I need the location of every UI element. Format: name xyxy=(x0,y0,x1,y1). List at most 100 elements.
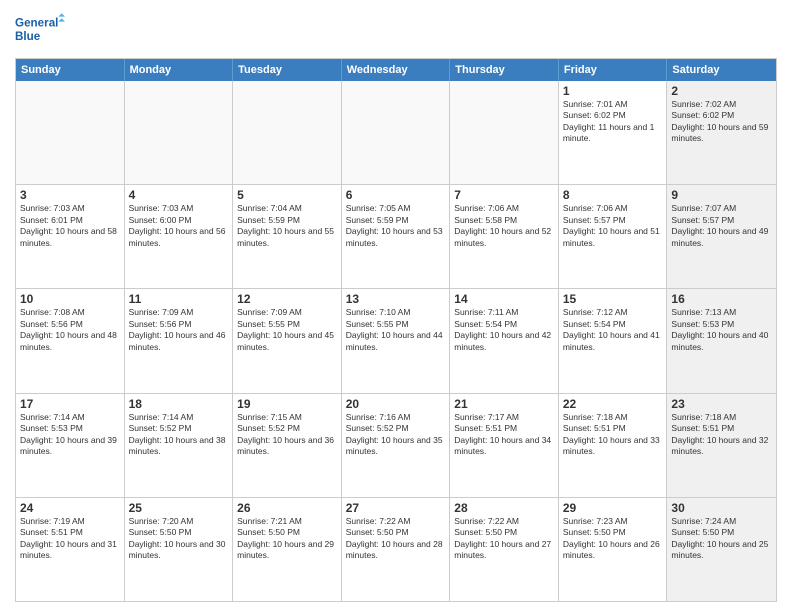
day-cell-2: 2Sunrise: 7:02 AM Sunset: 6:02 PM Daylig… xyxy=(667,81,776,184)
day-number: 5 xyxy=(237,188,337,202)
day-number: 11 xyxy=(129,292,229,306)
day-cell-18: 18Sunrise: 7:14 AM Sunset: 5:52 PM Dayli… xyxy=(125,394,234,497)
cell-info: Sunrise: 7:19 AM Sunset: 5:51 PM Dayligh… xyxy=(20,516,120,562)
cell-info: Sunrise: 7:14 AM Sunset: 5:52 PM Dayligh… xyxy=(129,412,229,458)
cell-info: Sunrise: 7:14 AM Sunset: 5:53 PM Dayligh… xyxy=(20,412,120,458)
svg-text:Blue: Blue xyxy=(15,30,41,43)
cell-info: Sunrise: 7:07 AM Sunset: 5:57 PM Dayligh… xyxy=(671,203,772,249)
day-cell-7: 7Sunrise: 7:06 AM Sunset: 5:58 PM Daylig… xyxy=(450,185,559,288)
cell-info: Sunrise: 7:09 AM Sunset: 5:55 PM Dayligh… xyxy=(237,307,337,353)
day-number: 10 xyxy=(20,292,120,306)
day-number: 12 xyxy=(237,292,337,306)
day-cell-5: 5Sunrise: 7:04 AM Sunset: 5:59 PM Daylig… xyxy=(233,185,342,288)
calendar-header: SundayMondayTuesdayWednesdayThursdayFrid… xyxy=(16,59,776,81)
cell-info: Sunrise: 7:18 AM Sunset: 5:51 PM Dayligh… xyxy=(671,412,772,458)
day-header-wednesday: Wednesday xyxy=(342,59,451,81)
empty-cell xyxy=(125,81,234,184)
cell-info: Sunrise: 7:06 AM Sunset: 5:58 PM Dayligh… xyxy=(454,203,554,249)
day-number: 22 xyxy=(563,397,663,411)
day-cell-30: 30Sunrise: 7:24 AM Sunset: 5:50 PM Dayli… xyxy=(667,498,776,601)
day-cell-12: 12Sunrise: 7:09 AM Sunset: 5:55 PM Dayli… xyxy=(233,289,342,392)
day-number: 21 xyxy=(454,397,554,411)
empty-cell xyxy=(16,81,125,184)
day-cell-17: 17Sunrise: 7:14 AM Sunset: 5:53 PM Dayli… xyxy=(16,394,125,497)
day-cell-3: 3Sunrise: 7:03 AM Sunset: 6:01 PM Daylig… xyxy=(16,185,125,288)
cell-info: Sunrise: 7:22 AM Sunset: 5:50 PM Dayligh… xyxy=(346,516,446,562)
day-cell-8: 8Sunrise: 7:06 AM Sunset: 5:57 PM Daylig… xyxy=(559,185,668,288)
day-number: 15 xyxy=(563,292,663,306)
cell-info: Sunrise: 7:12 AM Sunset: 5:54 PM Dayligh… xyxy=(563,307,663,353)
day-number: 4 xyxy=(129,188,229,202)
day-cell-29: 29Sunrise: 7:23 AM Sunset: 5:50 PM Dayli… xyxy=(559,498,668,601)
day-cell-9: 9Sunrise: 7:07 AM Sunset: 5:57 PM Daylig… xyxy=(667,185,776,288)
day-number: 14 xyxy=(454,292,554,306)
day-number: 6 xyxy=(346,188,446,202)
cell-info: Sunrise: 7:15 AM Sunset: 5:52 PM Dayligh… xyxy=(237,412,337,458)
day-number: 25 xyxy=(129,501,229,515)
logo: General Blue xyxy=(15,10,65,50)
cell-info: Sunrise: 7:13 AM Sunset: 5:53 PM Dayligh… xyxy=(671,307,772,353)
day-number: 28 xyxy=(454,501,554,515)
cell-info: Sunrise: 7:16 AM Sunset: 5:52 PM Dayligh… xyxy=(346,412,446,458)
day-number: 26 xyxy=(237,501,337,515)
day-cell-22: 22Sunrise: 7:18 AM Sunset: 5:51 PM Dayli… xyxy=(559,394,668,497)
day-cell-27: 27Sunrise: 7:22 AM Sunset: 5:50 PM Dayli… xyxy=(342,498,451,601)
day-number: 16 xyxy=(671,292,772,306)
cell-info: Sunrise: 7:10 AM Sunset: 5:55 PM Dayligh… xyxy=(346,307,446,353)
page: General Blue SundayMondayTuesdayWednesda… xyxy=(0,0,792,612)
day-number: 17 xyxy=(20,397,120,411)
day-cell-13: 13Sunrise: 7:10 AM Sunset: 5:55 PM Dayli… xyxy=(342,289,451,392)
day-cell-20: 20Sunrise: 7:16 AM Sunset: 5:52 PM Dayli… xyxy=(342,394,451,497)
day-cell-14: 14Sunrise: 7:11 AM Sunset: 5:54 PM Dayli… xyxy=(450,289,559,392)
day-number: 13 xyxy=(346,292,446,306)
cell-info: Sunrise: 7:03 AM Sunset: 6:01 PM Dayligh… xyxy=(20,203,120,249)
day-number: 23 xyxy=(671,397,772,411)
logo-svg: General Blue xyxy=(15,10,65,50)
empty-cell xyxy=(342,81,451,184)
day-number: 30 xyxy=(671,501,772,515)
day-header-monday: Monday xyxy=(125,59,234,81)
empty-cell xyxy=(233,81,342,184)
day-cell-23: 23Sunrise: 7:18 AM Sunset: 5:51 PM Dayli… xyxy=(667,394,776,497)
day-cell-10: 10Sunrise: 7:08 AM Sunset: 5:56 PM Dayli… xyxy=(16,289,125,392)
day-cell-26: 26Sunrise: 7:21 AM Sunset: 5:50 PM Dayli… xyxy=(233,498,342,601)
day-number: 27 xyxy=(346,501,446,515)
day-cell-19: 19Sunrise: 7:15 AM Sunset: 5:52 PM Dayli… xyxy=(233,394,342,497)
calendar-week-1: 1Sunrise: 7:01 AM Sunset: 6:02 PM Daylig… xyxy=(16,81,776,184)
cell-info: Sunrise: 7:03 AM Sunset: 6:00 PM Dayligh… xyxy=(129,203,229,249)
day-number: 24 xyxy=(20,501,120,515)
day-cell-1: 1Sunrise: 7:01 AM Sunset: 6:02 PM Daylig… xyxy=(559,81,668,184)
cell-info: Sunrise: 7:21 AM Sunset: 5:50 PM Dayligh… xyxy=(237,516,337,562)
day-header-saturday: Saturday xyxy=(667,59,776,81)
cell-info: Sunrise: 7:09 AM Sunset: 5:56 PM Dayligh… xyxy=(129,307,229,353)
cell-info: Sunrise: 7:17 AM Sunset: 5:51 PM Dayligh… xyxy=(454,412,554,458)
day-cell-15: 15Sunrise: 7:12 AM Sunset: 5:54 PM Dayli… xyxy=(559,289,668,392)
header: General Blue xyxy=(15,10,777,50)
day-cell-21: 21Sunrise: 7:17 AM Sunset: 5:51 PM Dayli… xyxy=(450,394,559,497)
day-number: 2 xyxy=(671,84,772,98)
empty-cell xyxy=(450,81,559,184)
day-cell-28: 28Sunrise: 7:22 AM Sunset: 5:50 PM Dayli… xyxy=(450,498,559,601)
day-header-sunday: Sunday xyxy=(16,59,125,81)
cell-info: Sunrise: 7:08 AM Sunset: 5:56 PM Dayligh… xyxy=(20,307,120,353)
cell-info: Sunrise: 7:24 AM Sunset: 5:50 PM Dayligh… xyxy=(671,516,772,562)
calendar-body: 1Sunrise: 7:01 AM Sunset: 6:02 PM Daylig… xyxy=(16,81,776,601)
day-cell-16: 16Sunrise: 7:13 AM Sunset: 5:53 PM Dayli… xyxy=(667,289,776,392)
day-number: 18 xyxy=(129,397,229,411)
cell-info: Sunrise: 7:20 AM Sunset: 5:50 PM Dayligh… xyxy=(129,516,229,562)
day-number: 29 xyxy=(563,501,663,515)
cell-info: Sunrise: 7:23 AM Sunset: 5:50 PM Dayligh… xyxy=(563,516,663,562)
cell-info: Sunrise: 7:02 AM Sunset: 6:02 PM Dayligh… xyxy=(671,99,772,145)
day-number: 20 xyxy=(346,397,446,411)
day-header-tuesday: Tuesday xyxy=(233,59,342,81)
cell-info: Sunrise: 7:11 AM Sunset: 5:54 PM Dayligh… xyxy=(454,307,554,353)
day-cell-24: 24Sunrise: 7:19 AM Sunset: 5:51 PM Dayli… xyxy=(16,498,125,601)
cell-info: Sunrise: 7:06 AM Sunset: 5:57 PM Dayligh… xyxy=(563,203,663,249)
cell-info: Sunrise: 7:01 AM Sunset: 6:02 PM Dayligh… xyxy=(563,99,663,145)
day-number: 7 xyxy=(454,188,554,202)
calendar-week-5: 24Sunrise: 7:19 AM Sunset: 5:51 PM Dayli… xyxy=(16,497,776,601)
cell-info: Sunrise: 7:22 AM Sunset: 5:50 PM Dayligh… xyxy=(454,516,554,562)
day-number: 1 xyxy=(563,84,663,98)
day-cell-25: 25Sunrise: 7:20 AM Sunset: 5:50 PM Dayli… xyxy=(125,498,234,601)
day-header-thursday: Thursday xyxy=(450,59,559,81)
